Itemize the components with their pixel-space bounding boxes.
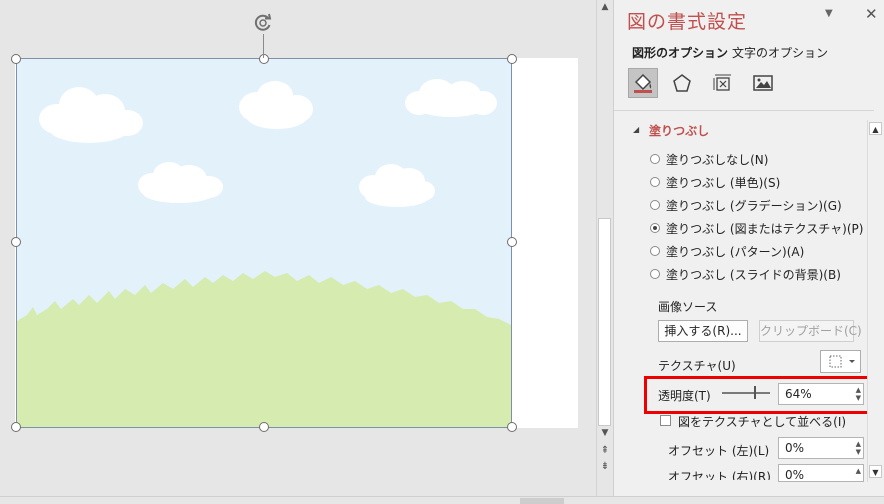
spin-up-icon[interactable]: ▲ (856, 467, 861, 475)
scroll-up-icon[interactable]: ▲ (597, 0, 613, 14)
pane-title: 図の書式設定 (627, 11, 748, 33)
texture-label: テクスチャ(U) (658, 359, 736, 373)
insert-button[interactable]: 挿入する(R)... (658, 320, 748, 342)
pane-scrollbar[interactable]: ▲ ▼ (867, 120, 883, 482)
selected-picture[interactable] (16, 58, 512, 428)
rotate-stem (263, 34, 264, 58)
radio-button-selected[interactable] (650, 223, 660, 233)
previous-slide-icon[interactable]: ⇞ (597, 444, 613, 458)
section-fill-header[interactable]: 塗りつぶし (649, 122, 709, 139)
offset-right-input[interactable]: 0% ▲ (778, 464, 864, 482)
effects-icon[interactable] (667, 68, 697, 98)
radio-slide-background-fill[interactable]: 塗りつぶし (スライドの背景)(B) (650, 265, 841, 283)
sky-grass-image (17, 59, 511, 427)
clipboard-button[interactable]: クリップボード(C) (759, 320, 862, 342)
radio-pattern-fill[interactable]: 塗りつぶし (パターン)(A) (650, 242, 804, 260)
spin-down-icon[interactable]: ▼ (856, 394, 861, 402)
offset-left-label: オフセット (左)(L) (668, 444, 770, 458)
spin-up-icon[interactable]: ▲ (856, 386, 861, 394)
fill-line-icon[interactable] (628, 68, 658, 98)
spin-up-icon[interactable]: ▲ (856, 440, 861, 448)
close-icon[interactable]: ✕ (865, 5, 878, 23)
radio-solid-fill[interactable]: 塗りつぶし (単色)(S) (650, 173, 780, 191)
radio-no-fill[interactable]: 塗りつぶしなし(N) (650, 150, 768, 168)
texture-dropdown[interactable] (820, 350, 861, 373)
scroll-thumb[interactable] (598, 218, 611, 426)
resize-handle-top-left[interactable] (11, 54, 21, 64)
transparency-label: 透明度(T) (658, 389, 711, 403)
resize-handle-right[interactable] (507, 237, 517, 247)
resize-handle-bottom[interactable] (259, 422, 269, 432)
resize-handle-bottom-left[interactable] (11, 422, 21, 432)
format-picture-pane: 図の書式設定 ▼ ✕ 図形のオプション 文字のオプション ◢ 塗りつぶし 塗りつ… (613, 0, 884, 496)
size-properties-icon[interactable] (708, 68, 738, 98)
scroll-down-icon[interactable]: ▼ (597, 426, 613, 440)
slide-canvas (0, 0, 596, 496)
horizontal-scrollbar[interactable] (0, 496, 884, 504)
tab-text-options[interactable]: 文字のオプション (732, 44, 828, 61)
image-source-label: 画像ソース (658, 300, 718, 314)
radio-button[interactable] (650, 154, 660, 164)
transparency-input[interactable]: 64% ▲ ▼ (778, 383, 864, 405)
radio-picture-texture-fill[interactable]: 塗りつぶし (図またはテクスチャ)(P) (650, 219, 863, 237)
pane-options-dropdown-icon[interactable]: ▼ (825, 8, 833, 19)
scroll-down-icon[interactable]: ▼ (869, 465, 882, 478)
resize-handle-top-right[interactable] (507, 54, 517, 64)
transparency-slider[interactable] (722, 392, 770, 394)
resize-handle-bottom-right[interactable] (507, 422, 517, 432)
resize-handle-top[interactable] (259, 54, 269, 64)
texture-preview-icon (829, 355, 855, 368)
offset-left-input[interactable]: 0% ▲ ▼ (778, 437, 864, 459)
scroll-up-icon[interactable]: ▲ (869, 122, 882, 135)
rotate-handle-icon[interactable] (252, 12, 274, 34)
picture-icon[interactable] (748, 68, 778, 98)
tile-checkbox[interactable] (660, 415, 671, 426)
next-slide-icon[interactable]: ⇟ (597, 460, 613, 474)
tile-label: 図をテクスチャとして並べる(I) (678, 415, 847, 429)
collapse-triangle-icon[interactable]: ◢ (633, 125, 639, 134)
tab-shape-options[interactable]: 図形のオプション (632, 44, 728, 61)
canvas-vertical-scrollbar[interactable]: ▲ ▼ ⇞ ⇟ (596, 0, 613, 496)
resize-handle-left[interactable] (11, 237, 21, 247)
radio-button[interactable] (650, 177, 660, 187)
spin-down-icon[interactable]: ▼ (856, 448, 861, 456)
radio-button[interactable] (650, 269, 660, 279)
offset-right-label: オフセット (右)(R) (668, 470, 771, 480)
transparency-slider-knob[interactable] (754, 386, 756, 399)
radio-button[interactable] (650, 246, 660, 256)
radio-button[interactable] (650, 200, 660, 210)
radio-gradient-fill[interactable]: 塗りつぶし (グラデーション)(G) (650, 196, 842, 214)
horizontal-scroll-thumb[interactable] (520, 498, 564, 504)
divider (614, 110, 874, 111)
